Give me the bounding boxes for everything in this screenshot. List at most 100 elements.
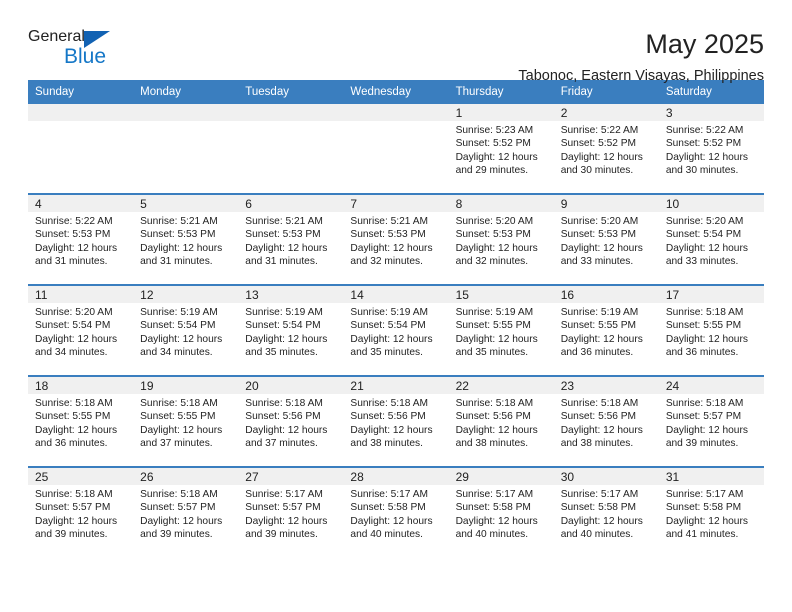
calendar-day-cell[interactable]: 18 Sunrise: 5:18 AM Sunset: 5:55 PM Dayligh… [28, 375, 134, 467]
sunset-time: Sunset: 5:55 PM [35, 411, 111, 423]
calendar-day-cell[interactable]: 16 Sunrise: 5:19 AM Sunset: 5:55 PM Dayligh… [553, 284, 659, 376]
daylight-duration-line2: and 39 minutes. [245, 529, 318, 541]
calendar-day-cell[interactable]: 29 Sunrise: 5:17 AM Sunset: 5:58 PM Dayligh… [448, 466, 554, 557]
calendar-day-cell[interactable]: 19 Sunrise: 5:18 AM Sunset: 5:55 PM Dayligh… [133, 375, 239, 467]
calendar-day-cell[interactable]: 26 Sunrise: 5:18 AM Sunset: 5:57 PM Dayligh… [133, 466, 239, 557]
calendar-day-cell[interactable]: 2 Sunrise: 5:22 AM Sunset: 5:52 PM Daylight… [553, 104, 659, 194]
sunrise-time: Sunrise: 5:21 AM [245, 216, 323, 227]
calendar-day-cell[interactable]: 3 Sunrise: 5:22 AM Sunset: 5:52 PM Daylight… [658, 104, 764, 194]
day-details: Sunrise: 5:20 AM Sunset: 5:54 PM Daylight:… [28, 303, 133, 360]
calendar-day-cell[interactable]: 22 Sunrise: 5:18 AM Sunset: 5:56 PM Dayligh… [448, 375, 554, 467]
day-number: 5 [133, 195, 239, 212]
calendar-day-cell[interactable]: 6 Sunrise: 5:21 AM Sunset: 5:53 PM Daylight… [238, 193, 344, 285]
day-number [133, 104, 239, 121]
daylight-duration-line1: Daylight: 12 hours [665, 515, 748, 527]
day-details: Sunrise: 5:21 AM Sunset: 5:53 PM Daylight:… [343, 212, 448, 269]
daylight-duration-line1: Daylight: 12 hours [35, 333, 118, 345]
sunset-time: Sunset: 5:58 PM [455, 502, 531, 514]
sunrise-time: Sunrise: 5:17 AM [350, 489, 429, 500]
day-number: 23 [553, 377, 659, 394]
calendar-day-cell[interactable]: 28 Sunrise: 5:17 AM Sunset: 5:58 PM Dayligh… [343, 466, 449, 557]
day-number: 8 [448, 195, 554, 212]
sunrise-time: Sunrise: 5:18 AM [665, 398, 744, 409]
calendar-day-cell[interactable]: 15 Sunrise: 5:19 AM Sunset: 5:55 PM Dayligh… [448, 284, 554, 376]
sunset-time: Sunset: 5:55 PM [560, 320, 637, 332]
calendar-day-cell[interactable]: 24 Sunrise: 5:18 AM Sunset: 5:57 PM Dayligh… [658, 375, 764, 467]
calendar-day-cell[interactable]: 23 Sunrise: 5:18 AM Sunset: 5:56 PM Dayligh… [553, 375, 659, 467]
calendar-day-cell[interactable]: 14 Sunrise: 5:19 AM Sunset: 5:54 PM Dayligh… [343, 284, 449, 376]
day-details: Sunrise: 5:17 AM Sunset: 5:58 PM Daylight:… [554, 485, 659, 542]
calendar-day-cell[interactable]: 9 Sunrise: 5:20 AM Sunset: 5:53 PM Daylight… [553, 193, 659, 285]
calendar-day-cell[interactable]: 1 Sunrise: 5:23 AM Sunset: 5:52 PM Daylight… [448, 104, 554, 194]
calendar-day-cell[interactable]: 13 Sunrise: 5:19 AM Sunset: 5:54 PM Dayligh… [238, 284, 344, 376]
day-details: Sunrise: 5:22 AM Sunset: 5:53 PM Daylight:… [28, 212, 133, 269]
daylight-duration-line1: Daylight: 12 hours [35, 515, 118, 527]
calendar-week-row: 1 Sunrise: 5:23 AM Sunset: 5:52 PM Daylight… [28, 104, 764, 194]
sunset-time: Sunset: 5:55 PM [140, 411, 216, 423]
day-details: Sunrise: 5:18 AM Sunset: 5:57 PM Daylight:… [28, 485, 133, 542]
day-details: Sunrise: 5:18 AM Sunset: 5:55 PM Daylight:… [28, 394, 133, 451]
day-number: 17 [658, 286, 764, 303]
daylight-duration-line1: Daylight: 12 hours [665, 424, 748, 436]
sunset-time: Sunset: 5:53 PM [35, 229, 111, 241]
sunrise-time: Sunrise: 5:18 AM [140, 489, 218, 500]
sunrise-time: Sunrise: 5:18 AM [35, 398, 113, 409]
daylight-duration-line1: Daylight: 12 hours [35, 424, 118, 436]
sunset-time: Sunset: 5:54 PM [35, 320, 111, 332]
sunset-time: Sunset: 5:52 PM [560, 138, 637, 150]
sunset-time: Sunset: 5:53 PM [140, 229, 216, 241]
calendar-day-cell[interactable]: 8 Sunrise: 5:20 AM Sunset: 5:53 PM Daylight… [448, 193, 554, 285]
daylight-duration-line2: and 38 minutes. [455, 438, 529, 450]
daylight-duration-line1: Daylight: 12 hours [350, 515, 433, 527]
sunset-time: Sunset: 5:55 PM [665, 320, 742, 332]
sunrise-time: Sunrise: 5:18 AM [560, 398, 639, 409]
calendar-day-cell[interactable]: 17 Sunrise: 5:18 AM Sunset: 5:55 PM Dayligh… [658, 284, 764, 376]
calendar-day-cell[interactable]: 11 Sunrise: 5:20 AM Sunset: 5:54 PM Dayligh… [28, 284, 134, 376]
calendar-day-cell[interactable]: 7 Sunrise: 5:21 AM Sunset: 5:53 PM Daylight… [343, 193, 449, 285]
calendar-cell-empty [238, 104, 344, 194]
logo-text-general: General [28, 28, 85, 45]
day-details: Sunrise: 5:19 AM Sunset: 5:55 PM Daylight:… [449, 303, 554, 360]
daylight-duration-line1: Daylight: 12 hours [560, 424, 643, 436]
day-number: 30 [553, 468, 659, 485]
day-details: Sunrise: 5:18 AM Sunset: 5:56 PM Daylight:… [449, 394, 554, 451]
sunrise-time: Sunrise: 5:19 AM [560, 307, 639, 318]
calendar-day-cell[interactable]: 25 Sunrise: 5:18 AM Sunset: 5:57 PM Dayligh… [28, 466, 134, 557]
sunset-time: Sunset: 5:58 PM [350, 502, 426, 514]
daylight-duration-line2: and 40 minutes. [560, 529, 634, 541]
daylight-duration-line1: Daylight: 12 hours [455, 242, 538, 254]
calendar-day-cell[interactable]: 21 Sunrise: 5:18 AM Sunset: 5:56 PM Dayligh… [343, 375, 449, 467]
daylight-duration-line2: and 38 minutes. [350, 438, 423, 450]
sunrise-time: Sunrise: 5:17 AM [665, 489, 744, 500]
calendar-day-cell[interactable]: 12 Sunrise: 5:19 AM Sunset: 5:54 PM Dayligh… [133, 284, 239, 376]
sunset-time: Sunset: 5:53 PM [560, 229, 637, 241]
daylight-duration-line2: and 37 minutes. [140, 438, 213, 450]
daylight-duration-line1: Daylight: 12 hours [140, 515, 223, 527]
weekday-header-monday: Monday [133, 80, 239, 104]
daylight-duration-line2: and 41 minutes. [665, 529, 739, 541]
day-details: Sunrise: 5:19 AM Sunset: 5:54 PM Daylight:… [133, 303, 238, 360]
calendar-day-cell[interactable]: 27 Sunrise: 5:17 AM Sunset: 5:57 PM Dayligh… [238, 466, 344, 557]
day-number: 14 [343, 286, 449, 303]
daylight-duration-line1: Daylight: 12 hours [245, 515, 328, 527]
day-number: 18 [28, 377, 134, 394]
calendar-day-cell[interactable]: 5 Sunrise: 5:21 AM Sunset: 5:53 PM Daylight… [133, 193, 239, 285]
calendar-day-cell[interactable]: 31 Sunrise: 5:17 AM Sunset: 5:58 PM Dayligh… [658, 466, 764, 557]
day-number: 26 [133, 468, 239, 485]
daylight-duration-line1: Daylight: 12 hours [665, 151, 748, 163]
calendar-day-cell[interactable]: 10 Sunrise: 5:20 AM Sunset: 5:54 PM Dayligh… [658, 193, 764, 285]
sunset-time: Sunset: 5:56 PM [245, 411, 321, 423]
calendar-day-cell[interactable]: 4 Sunrise: 5:22 AM Sunset: 5:53 PM Daylight… [28, 193, 134, 285]
daylight-duration-line1: Daylight: 12 hours [245, 333, 328, 345]
day-details: Sunrise: 5:17 AM Sunset: 5:58 PM Daylight:… [343, 485, 448, 542]
day-number: 9 [553, 195, 659, 212]
calendar-week-row: 11 Sunrise: 5:20 AM Sunset: 5:54 PM Dayligh… [28, 284, 764, 376]
day-details: Sunrise: 5:18 AM Sunset: 5:55 PM Daylight:… [659, 303, 764, 360]
sunset-time: Sunset: 5:52 PM [455, 138, 531, 150]
calendar-day-cell[interactable]: 20 Sunrise: 5:18 AM Sunset: 5:56 PM Dayligh… [238, 375, 344, 467]
daylight-duration-line2: and 30 minutes. [665, 165, 739, 177]
day-number [28, 104, 134, 121]
day-number: 6 [238, 195, 344, 212]
sunset-time: Sunset: 5:54 PM [665, 229, 742, 241]
calendar-day-cell[interactable]: 30 Sunrise: 5:17 AM Sunset: 5:58 PM Dayligh… [553, 466, 659, 557]
